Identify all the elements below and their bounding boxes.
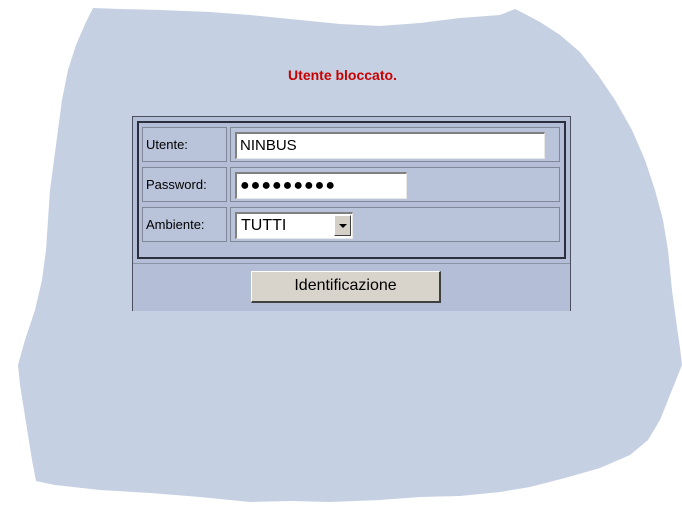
error-message: Utente bloccato. (288, 67, 397, 83)
environment-cell: TUTTI (230, 207, 560, 242)
cut-off-heading: ... (268, 19, 279, 28)
username-label: Utente: (142, 127, 227, 162)
environment-label: Ambiente: (142, 207, 227, 242)
username-row: Utente: NINBUS (142, 127, 560, 162)
screen: ... Utente bloccato. Utente: NINBUS Pass… (0, 0, 682, 511)
username-input[interactable]: NINBUS (235, 132, 545, 159)
login-fields-box: Utente: NINBUS Password: ●●●●●●●●● Ambie… (137, 121, 566, 259)
password-label: Password: (142, 167, 227, 202)
login-panel: Utente: NINBUS Password: ●●●●●●●●● Ambie… (132, 116, 571, 311)
password-input[interactable]: ●●●●●●●●● (235, 172, 407, 199)
environment-dropdown-button[interactable] (334, 215, 351, 236)
identification-button[interactable]: Identificazione (251, 271, 441, 303)
submit-area: Identificazione (133, 263, 570, 311)
environment-selected-value: TUTTI (241, 217, 287, 234)
username-cell: NINBUS (230, 127, 560, 162)
environment-select[interactable]: TUTTI (235, 212, 353, 239)
chevron-down-icon (339, 224, 347, 228)
password-row: Password: ●●●●●●●●● (142, 167, 560, 202)
environment-row: Ambiente: TUTTI (142, 207, 560, 242)
password-cell: ●●●●●●●●● (230, 167, 560, 202)
